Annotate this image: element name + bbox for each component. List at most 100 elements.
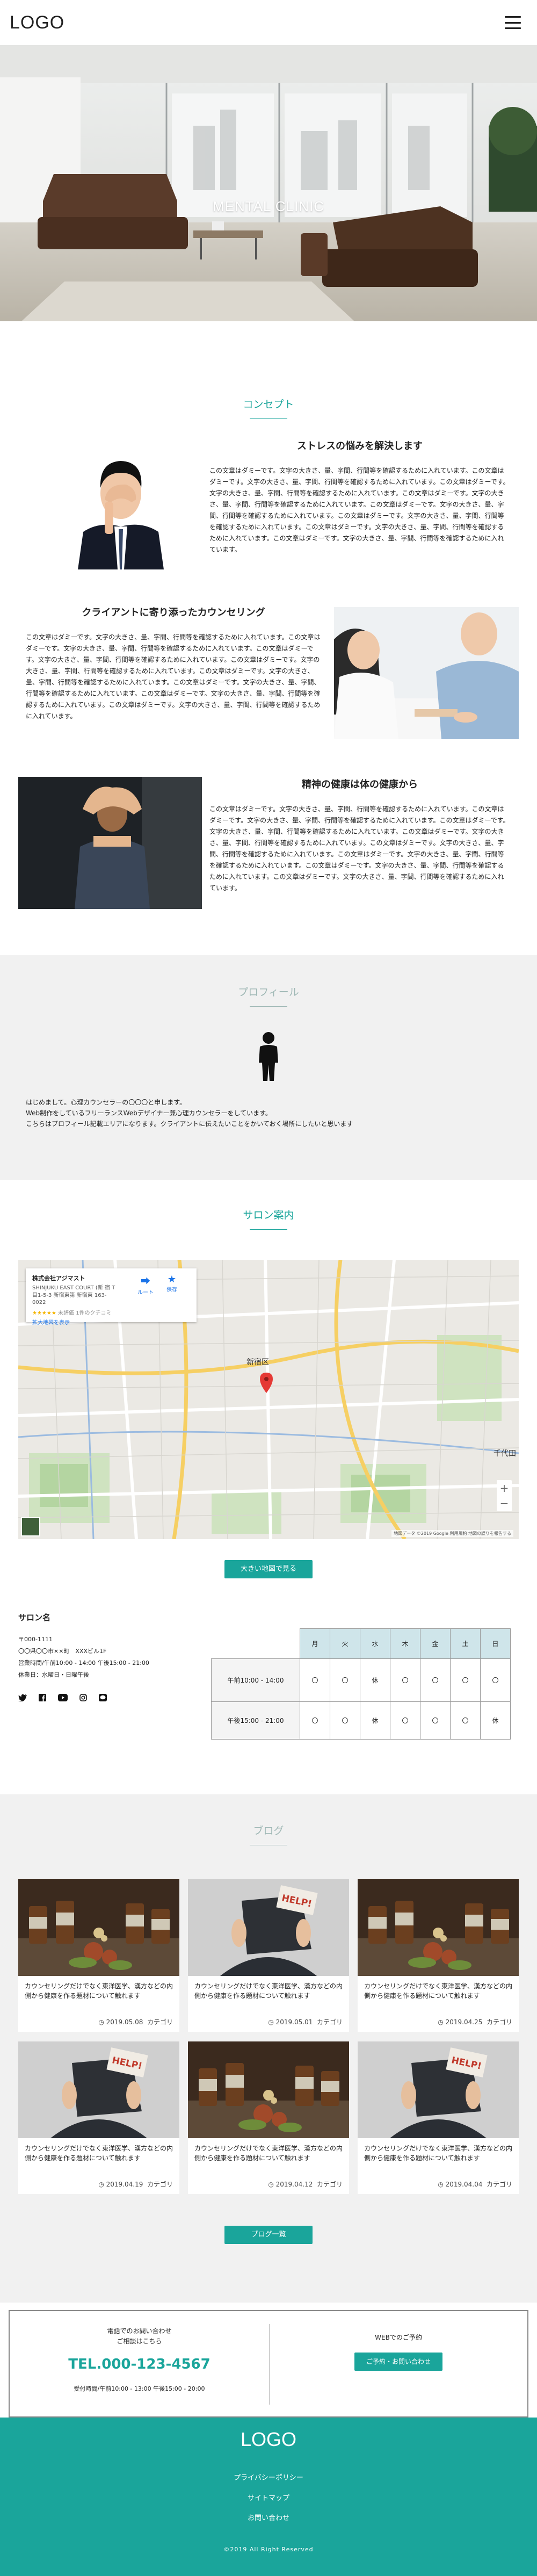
- blog-category[interactable]: カテゴリ: [317, 2018, 343, 2026]
- blog-category[interactable]: カテゴリ: [487, 2018, 512, 2026]
- hours-corner-cell: [211, 1628, 300, 1659]
- facebook-icon[interactable]: [39, 1694, 46, 1704]
- profile-line: はじめまして。心理カウンセラーの〇〇〇と申します。: [26, 1099, 186, 1106]
- footer-link-sitemap[interactable]: サイトマップ: [0, 2488, 537, 2509]
- contact-phone: 電話でのお問い合わせ ご相談はこちら TEL.000-123-4567 受付時間…: [10, 2326, 269, 2393]
- instagram-icon[interactable]: [79, 1694, 87, 1704]
- blog-excerpt[interactable]: カウンセリングだけでなく東洋医学、漢方などの内側から健康を作る題材について触れま…: [358, 2138, 519, 2163]
- site-logo[interactable]: LOGO: [10, 12, 64, 33]
- blog-card[interactable]: カウンセリングだけでなく東洋医学、漢方などの内側から健康を作る題材について触れま…: [18, 1879, 179, 2032]
- hero-image: MENTAL CLINIC: [0, 45, 537, 321]
- web-heading: WEBでのご予約: [375, 2334, 422, 2341]
- blog-excerpt[interactable]: カウンセリングだけでなく東洋医学、漢方などの内側から健康を作る題材について触れま…: [188, 1976, 349, 2001]
- blog-card[interactable]: HELP! カウンセリングだけでなく東洋医学、漢方などの内側から健康を作る題材につ…: [358, 2041, 519, 2194]
- concept-heading-text: コンセプト: [243, 399, 294, 410]
- blog-thumbnail[interactable]: HELP!: [188, 1879, 349, 1976]
- hours-cell: 〇: [330, 1658, 360, 1702]
- day-header: 土: [450, 1628, 481, 1659]
- business-hours-table: 月 火 水 木 金 土 日 午前10:00 - 14:00 〇 〇 休 〇 〇 …: [211, 1628, 511, 1740]
- hours-cell: 〇: [300, 1701, 330, 1740]
- blog-category[interactable]: カテゴリ: [147, 2181, 173, 2188]
- blog-thumbnail[interactable]: [358, 1879, 519, 1976]
- hours-header-row: 月 火 水 木 金 土 日: [211, 1628, 511, 1659]
- copyright: ©2019 All Right Reserved: [223, 2546, 314, 2553]
- footer-link-contact[interactable]: お問い合わせ: [0, 2508, 537, 2529]
- svg-text:−: −: [500, 1497, 509, 1510]
- blog-thumbnail[interactable]: HELP!: [18, 2041, 179, 2138]
- phone-hours: 受付時間/午前10:00 - 13:00 午後15:00 - 20:00: [74, 2385, 205, 2393]
- blog-thumbnail[interactable]: [188, 2041, 349, 2138]
- map-info-card: 株式会社アジマスト SHINJUKU EAST COURT (新 宿 T 目1-…: [26, 1268, 197, 1326]
- blog-meta: ◷ 2019.05.08 カテゴリ: [98, 2017, 173, 2026]
- map-address-line: 目1-5-3 新宿東第 新宿東 163-: [32, 1292, 107, 1298]
- footer-logo[interactable]: LOGO: [0, 2418, 537, 2451]
- access-heading-text: サロン案内: [243, 1209, 294, 1221]
- site-header: LOGO: [0, 0, 537, 45]
- blog-card[interactable]: カウンセリングだけでなく東洋医学、漢方などの内側から健康を作る題材について触れま…: [358, 1879, 519, 2032]
- phone-heading: 電話でのお問い合わせ ご相談はこちら: [10, 2326, 269, 2347]
- map-enlarge-link[interactable]: 拡大地図を表示: [32, 1318, 190, 1326]
- concept-image-counseling: [334, 607, 519, 739]
- hours-cell: 〇: [480, 1658, 511, 1702]
- concept-item-1: ストレスの悩みを解決します この文章はダミーです。文字の大きさ、量、字間、行間等…: [209, 438, 510, 555]
- blog-card[interactable]: HELP! カウンセリングだけでなく東洋医学、漢方などの内側から健康を作る題材につ…: [18, 2041, 179, 2194]
- star-rating-icon: ★★★★★: [32, 1310, 56, 1316]
- clock-icon: ◷: [438, 2181, 444, 2188]
- blog-thumbnail[interactable]: [18, 1879, 179, 1976]
- clock-icon: ◷: [268, 2181, 274, 2188]
- hours-row-label: 午前10:00 - 14:00: [211, 1658, 300, 1702]
- hours-row-label: 午後15:00 - 21:00: [211, 1701, 300, 1740]
- line-icon[interactable]: [99, 1694, 107, 1704]
- star-icon: ★: [167, 1274, 177, 1285]
- youtube-icon[interactable]: [58, 1694, 68, 1704]
- hours-cell: 休: [360, 1701, 390, 1740]
- footer-link-privacy[interactable]: プライバシーポリシー: [0, 2468, 537, 2488]
- blog-thumbnail[interactable]: HELP!: [358, 2041, 519, 2138]
- concept-item-title: クライアントに寄り添ったカウンセリング: [82, 607, 265, 618]
- salon-details: 〒000-1111 〇〇県〇〇市××町 XXXビル1F 営業時間/午前10:00…: [18, 1634, 195, 1681]
- concept-image-stretching: [18, 777, 202, 909]
- blog-date: 2019.04.19: [106, 2181, 143, 2188]
- contact-web: WEBでのご予約 ご予約・お問い合わせ: [270, 2333, 527, 2371]
- phone-number[interactable]: TEL.000-123-4567: [10, 2356, 269, 2372]
- blog-excerpt[interactable]: カウンセリングだけでなく東洋医学、漢方などの内側から健康を作る題材について触れま…: [18, 1976, 179, 2001]
- directions-icon: ⮕: [141, 1276, 150, 1287]
- blog-meta: ◷ 2019.04.04 カテゴリ: [438, 2180, 512, 2189]
- map-route-button[interactable]: ⮕ ルート: [137, 1274, 154, 1296]
- blog-category[interactable]: カテゴリ: [147, 2018, 173, 2026]
- blog-excerpt[interactable]: カウンセリングだけでなく東洋医学、漢方などの内側から健康を作る題材について触れま…: [358, 1976, 519, 2001]
- hours-cell: 〇: [420, 1658, 451, 1702]
- concept-item-2: クライアントに寄り添ったカウンセリング この文章はダミーです。文字の大きさ、量、…: [26, 605, 321, 722]
- reservation-button[interactable]: ご予約・お問い合わせ: [354, 2353, 442, 2371]
- concept-heading: コンセプト: [0, 396, 537, 419]
- blog-category[interactable]: カテゴリ: [487, 2181, 512, 2188]
- phone-heading-line: 電話でのお問い合わせ: [107, 2327, 172, 2335]
- twitter-icon[interactable]: [18, 1694, 27, 1704]
- blog-excerpt[interactable]: カウンセリングだけでなく東洋医学、漢方などの内側から健康を作る題材について触れま…: [188, 2138, 349, 2163]
- day-header: 水: [360, 1628, 390, 1659]
- large-map-button[interactable]: 大きい地図で見る: [224, 1560, 313, 1578]
- phone-heading-line: ご相談はこちら: [117, 2337, 162, 2346]
- hours-row: 午後15:00 - 21:00 〇 〇 休 〇 〇 〇 休: [211, 1701, 511, 1740]
- profile-line: Web制作をしているフリーランスWebデザイナー兼心理カウンセラーをしています。: [26, 1109, 272, 1117]
- blog-category[interactable]: カテゴリ: [317, 2181, 343, 2188]
- hours-cell: 〇: [390, 1701, 420, 1740]
- day-header: 日: [480, 1628, 511, 1659]
- hours-cell: 休: [480, 1701, 511, 1740]
- blog-card[interactable]: カウンセリングだけでなく東洋医学、漢方などの内側から健康を作る題材について触れま…: [188, 2041, 349, 2194]
- blog-excerpt[interactable]: カウンセリングだけでなく東洋医学、漢方などの内側から健康を作る題材について触れま…: [18, 2138, 179, 2163]
- hamburger-menu-icon[interactable]: [505, 16, 521, 29]
- blog-date: 2019.04.25: [445, 2018, 483, 2026]
- concept-item-text: この文章はダミーです。文字の大きさ、量、字間、行間等を確認するために入れています…: [209, 467, 510, 553]
- map-save-label: 保存: [166, 1287, 177, 1293]
- day-header: 火: [330, 1628, 360, 1659]
- google-map[interactable]: + − 新宿区 千代田 地図データ ©2019 Google 利用規約 地図の誤り…: [18, 1260, 519, 1539]
- map-rating: ★★★★★ 未評価 1件のクチコミ: [32, 1308, 190, 1316]
- map-save-button[interactable]: ★ 保存: [166, 1274, 177, 1293]
- blog-card[interactable]: HELP! カウンセリングだけでなく東洋医学、漢方などの内側から健康を作る題材につ…: [188, 1879, 349, 2032]
- concept-item-3: 精神の健康は体の健康から この文章はダミーです。文字の大きさ、量、字間、行間等を…: [209, 777, 510, 894]
- profile-text: はじめまして。心理カウンセラーの〇〇〇と申します。 Web制作をしているフリーラ…: [26, 1098, 520, 1129]
- social-icons: [18, 1694, 195, 1704]
- blog-list-button[interactable]: ブログ一覧: [224, 2226, 313, 2244]
- site-footer: LOGO プライバシーポリシー サイトマップ お問い合わせ ©2019 All …: [0, 2418, 537, 2576]
